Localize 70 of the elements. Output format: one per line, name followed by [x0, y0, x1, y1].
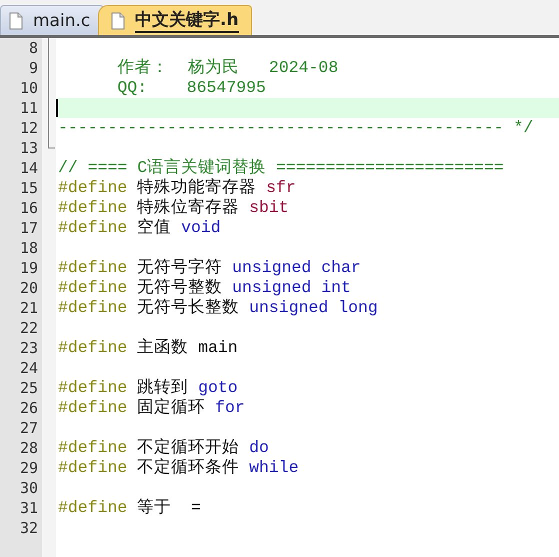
line-number: 20	[20, 278, 39, 298]
code-text: =	[190, 498, 201, 517]
code-keyword: unsigned int	[232, 278, 351, 297]
line-number: 21	[20, 298, 39, 318]
line-number: 29	[20, 458, 39, 478]
line-number: 25	[20, 378, 39, 398]
code-text: 无符号长整数	[137, 298, 240, 317]
preprocessor-directive: #define	[58, 258, 128, 277]
code-keyword: while	[249, 458, 299, 477]
line-number: 17	[20, 218, 39, 238]
text-cursor	[56, 99, 58, 117]
document-icon	[9, 12, 23, 30]
line-number: 27	[20, 418, 39, 438]
code-text: 跳转到	[137, 378, 188, 397]
line-number: 14	[20, 158, 39, 178]
line-number: 9	[28, 58, 39, 78]
code-keyword: unsigned char	[232, 258, 361, 277]
line-number: 18	[20, 238, 39, 258]
preprocessor-directive: #define	[58, 298, 128, 317]
code-text: 空值	[137, 218, 172, 237]
code-text: main	[198, 338, 238, 357]
code-text: 无符号整数	[137, 278, 222, 297]
code-text: 不定循环开始	[137, 438, 240, 457]
line-number: 13	[20, 138, 39, 158]
preprocessor-directive: #define	[58, 438, 128, 457]
register-keyword: sbit	[249, 198, 289, 217]
code-keyword: goto	[198, 378, 238, 397]
code-text: 主函数	[137, 338, 188, 357]
line-number: 16	[20, 198, 39, 218]
code-text: 无符号字符	[137, 258, 222, 277]
code-comment: --------------------------------------------- */	[58, 118, 534, 137]
line-number: 23	[20, 338, 39, 358]
line-number: 24	[20, 358, 39, 378]
document-icon	[111, 12, 125, 30]
code-text: 固定循环	[137, 398, 206, 417]
code-comment: 作者： 杨为民 2024-08	[116, 58, 338, 77]
code-text: 特殊位寄存器	[137, 198, 240, 217]
line-number: 10	[20, 78, 39, 98]
file-tab[interactable]: 中文关键字.h	[98, 5, 252, 35]
line-number: 26	[20, 398, 39, 418]
code-keyword: for	[215, 398, 245, 417]
preprocessor-directive: #define	[58, 378, 128, 397]
line-number: 22	[20, 318, 39, 338]
code-comment: QQ: 86547995	[116, 78, 266, 97]
line-number: 32	[20, 518, 39, 538]
preprocessor-directive: #define	[58, 278, 128, 297]
code-text: 不定循环条件	[137, 458, 240, 477]
line-number: 31	[20, 498, 39, 518]
line-number: 19	[20, 258, 39, 278]
preprocessor-directive: #define	[58, 198, 128, 217]
line-number: 15	[20, 178, 39, 198]
code-comment: // ==== C语言关键词替换 =======================	[58, 158, 504, 177]
preprocessor-directive: #define	[58, 458, 128, 477]
preprocessor-directive: #define	[58, 498, 128, 517]
line-number: 30	[20, 478, 39, 498]
code-keyword: do	[249, 438, 269, 457]
code-text: 等于	[137, 498, 172, 517]
code-keyword: void	[181, 218, 221, 237]
line-number: 8	[28, 38, 39, 58]
line-number: 12	[20, 118, 39, 138]
code-keyword: unsigned long	[249, 298, 378, 317]
file-tab[interactable]: main.c	[0, 5, 104, 35]
preprocessor-directive: #define	[58, 218, 128, 237]
preprocessor-directive: #define	[58, 398, 128, 417]
line-number: 11	[20, 98, 39, 118]
code-text: 特殊功能寄存器	[137, 178, 256, 197]
preprocessor-directive: #define	[58, 178, 128, 197]
register-keyword: sfr	[266, 178, 296, 197]
line-number: 28	[20, 438, 39, 458]
preprocessor-directive: #define	[58, 338, 128, 357]
